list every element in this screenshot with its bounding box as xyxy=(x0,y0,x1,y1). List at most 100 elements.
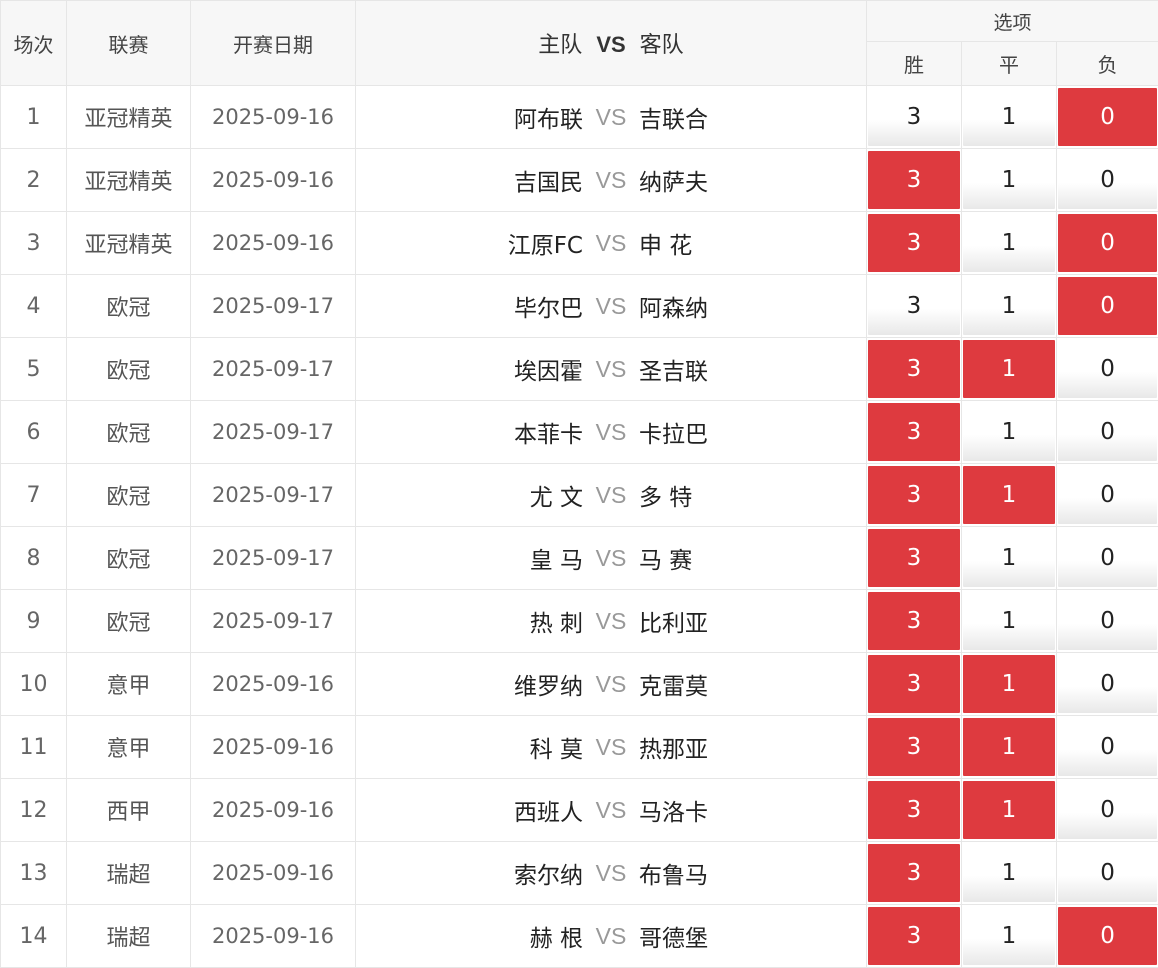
option-lose-button[interactable]: 0 xyxy=(1058,214,1157,272)
match-number: 9 xyxy=(1,590,67,653)
option-win-button[interactable]: 3 xyxy=(868,466,960,524)
league-name: 欧冠 xyxy=(67,527,191,590)
option-cell-lose: 0 xyxy=(1057,590,1158,653)
option-win-button[interactable]: 3 xyxy=(868,844,960,902)
option-draw-button[interactable]: 1 xyxy=(963,214,1055,272)
match-teams: 皇 马VS马 赛 xyxy=(356,527,867,590)
option-win-button[interactable]: 3 xyxy=(868,592,960,650)
option-lose-button[interactable]: 0 xyxy=(1058,718,1157,776)
option-lose-button[interactable]: 0 xyxy=(1058,592,1157,650)
match-number: 11 xyxy=(1,716,67,779)
option-lose-button[interactable]: 0 xyxy=(1058,277,1157,335)
match-teams: 毕尔巴VS阿森纳 xyxy=(356,275,867,338)
option-draw-button[interactable]: 1 xyxy=(963,340,1055,398)
teams-wrap: 热 刺VS比利亚 xyxy=(356,604,866,638)
option-cell-draw: 1 xyxy=(962,338,1057,401)
match-date: 2025-09-17 xyxy=(191,401,356,464)
option-win-button[interactable]: 3 xyxy=(868,781,960,839)
option-lose-button[interactable]: 0 xyxy=(1058,907,1157,965)
option-cell-win: 3 xyxy=(867,401,962,464)
option-lose-button[interactable]: 0 xyxy=(1058,529,1157,587)
match-teams: 本菲卡VS卡拉巴 xyxy=(356,401,867,464)
match-number: 8 xyxy=(1,527,67,590)
league-name: 意甲 xyxy=(67,716,191,779)
option-draw-button[interactable]: 1 xyxy=(963,844,1055,902)
match-number: 5 xyxy=(1,338,67,401)
match-teams: 热 刺VS比利亚 xyxy=(356,590,867,653)
teams-wrap: 科 莫VS热那亚 xyxy=(356,730,866,764)
option-win-button[interactable]: 3 xyxy=(868,277,960,335)
league-name: 欧冠 xyxy=(67,275,191,338)
option-lose-button[interactable]: 0 xyxy=(1058,844,1157,902)
option-cell-lose: 0 xyxy=(1057,149,1158,212)
option-win-button[interactable]: 3 xyxy=(868,340,960,398)
vs-label: VS xyxy=(583,608,639,635)
option-cell-lose: 0 xyxy=(1057,338,1158,401)
league-name: 欧冠 xyxy=(67,338,191,401)
option-win-button[interactable]: 3 xyxy=(868,718,960,776)
teams-wrap: 本菲卡VS卡拉巴 xyxy=(356,415,866,449)
option-draw-button[interactable]: 1 xyxy=(963,907,1055,965)
option-win-button[interactable]: 3 xyxy=(868,529,960,587)
option-cell-lose: 0 xyxy=(1057,86,1158,149)
match-number: 10 xyxy=(1,653,67,716)
home-team: 热 刺 xyxy=(356,604,583,638)
option-cell-draw: 1 xyxy=(962,401,1057,464)
option-draw-button[interactable]: 1 xyxy=(963,88,1055,146)
teams-wrap: 索尔纳VS布鲁马 xyxy=(356,856,866,890)
option-win-button[interactable]: 3 xyxy=(868,88,960,146)
option-draw-button[interactable]: 1 xyxy=(963,529,1055,587)
option-lose-button[interactable]: 0 xyxy=(1058,781,1157,839)
option-draw-button[interactable]: 1 xyxy=(963,781,1055,839)
option-cell-lose: 0 xyxy=(1057,653,1158,716)
match-number: 7 xyxy=(1,464,67,527)
option-lose-button[interactable]: 0 xyxy=(1058,88,1157,146)
option-cell-draw: 1 xyxy=(962,716,1057,779)
away-team: 马洛卡 xyxy=(639,793,866,827)
option-win-button[interactable]: 3 xyxy=(868,403,960,461)
option-cell-win: 3 xyxy=(867,905,962,968)
option-win-button[interactable]: 3 xyxy=(868,655,960,713)
home-team: 毕尔巴 xyxy=(356,289,583,323)
table-row: 5欧冠2025-09-17埃因霍VS圣吉联310 xyxy=(1,338,1158,401)
away-team: 比利亚 xyxy=(639,604,866,638)
option-win-button[interactable]: 3 xyxy=(868,907,960,965)
option-win-button[interactable]: 3 xyxy=(868,214,960,272)
option-draw-button[interactable]: 1 xyxy=(963,466,1055,524)
home-team: 江原FC xyxy=(356,226,583,260)
league-name: 欧冠 xyxy=(67,401,191,464)
home-team: 维罗纳 xyxy=(356,667,583,701)
option-draw-button[interactable]: 1 xyxy=(963,277,1055,335)
option-draw-button[interactable]: 1 xyxy=(963,151,1055,209)
vs-label: VS xyxy=(583,230,639,257)
vs-label: VS xyxy=(583,356,639,383)
vs-label: VS xyxy=(583,104,639,131)
option-draw-button[interactable]: 1 xyxy=(963,718,1055,776)
vs-label: VS xyxy=(583,734,639,761)
away-team: 布鲁马 xyxy=(639,856,866,890)
league-name: 意甲 xyxy=(67,653,191,716)
away-team: 多 特 xyxy=(639,478,866,512)
option-lose-button[interactable]: 0 xyxy=(1058,466,1157,524)
header-vs: VS xyxy=(596,32,625,57)
teams-wrap: 尤 文VS多 特 xyxy=(356,478,866,512)
away-team: 圣吉联 xyxy=(639,352,866,386)
option-lose-button[interactable]: 0 xyxy=(1058,655,1157,713)
option-cell-draw: 1 xyxy=(962,653,1057,716)
home-team: 阿布联 xyxy=(356,100,583,134)
league-name: 亚冠精英 xyxy=(67,212,191,275)
option-cell-win: 3 xyxy=(867,779,962,842)
match-date: 2025-09-17 xyxy=(191,590,356,653)
match-teams: 西班人VS马洛卡 xyxy=(356,779,867,842)
table-row: 7欧冠2025-09-17尤 文VS多 特310 xyxy=(1,464,1158,527)
match-teams: 维罗纳VS克雷莫 xyxy=(356,653,867,716)
option-win-button[interactable]: 3 xyxy=(868,151,960,209)
option-draw-button[interactable]: 1 xyxy=(963,655,1055,713)
option-lose-button[interactable]: 0 xyxy=(1058,151,1157,209)
home-team: 尤 文 xyxy=(356,478,583,512)
option-draw-button[interactable]: 1 xyxy=(963,403,1055,461)
option-draw-button[interactable]: 1 xyxy=(963,592,1055,650)
option-lose-button[interactable]: 0 xyxy=(1058,340,1157,398)
option-lose-button[interactable]: 0 xyxy=(1058,403,1157,461)
option-cell-lose: 0 xyxy=(1057,527,1158,590)
